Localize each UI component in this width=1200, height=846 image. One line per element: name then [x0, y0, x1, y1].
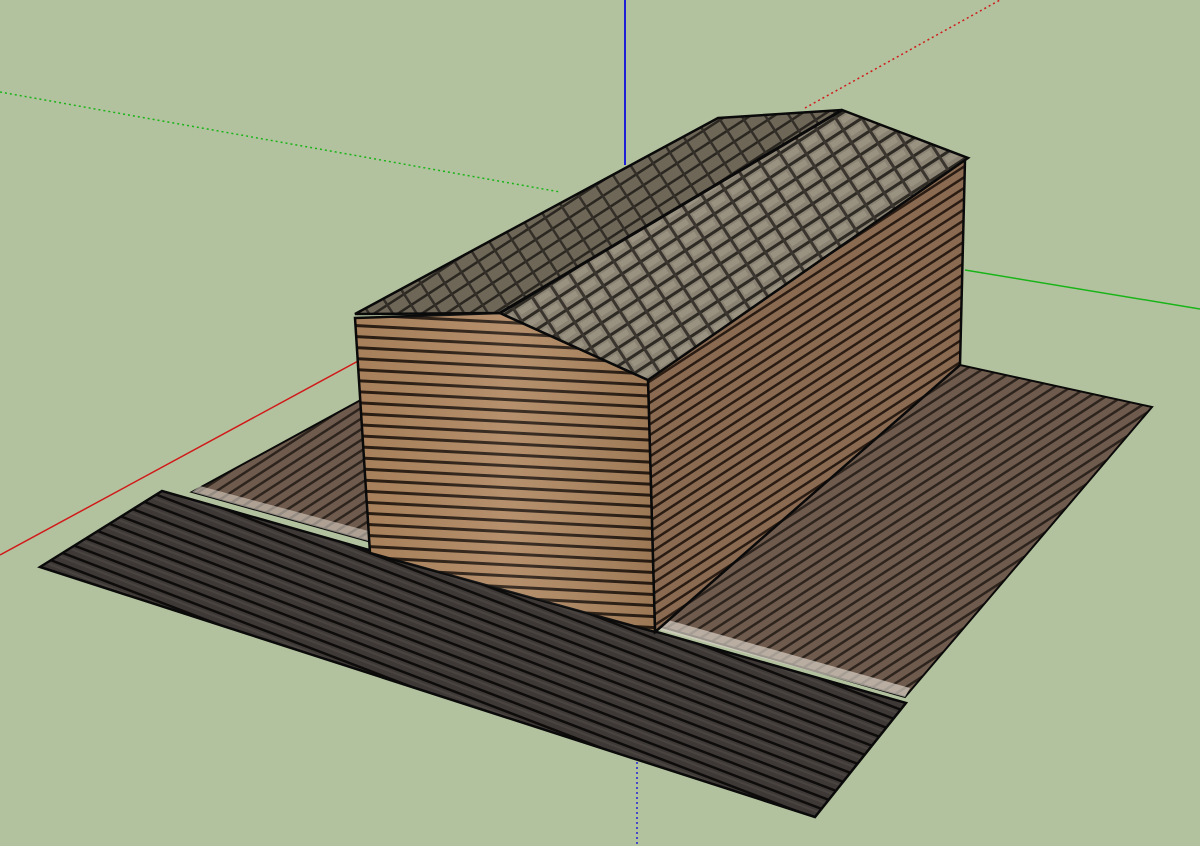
green-axis-dotted: [0, 91, 561, 193]
green-axis: [964, 269, 1200, 310]
3d-viewport[interactable]: [0, 0, 1200, 846]
red-axis-dotted: [804, 0, 1001, 109]
